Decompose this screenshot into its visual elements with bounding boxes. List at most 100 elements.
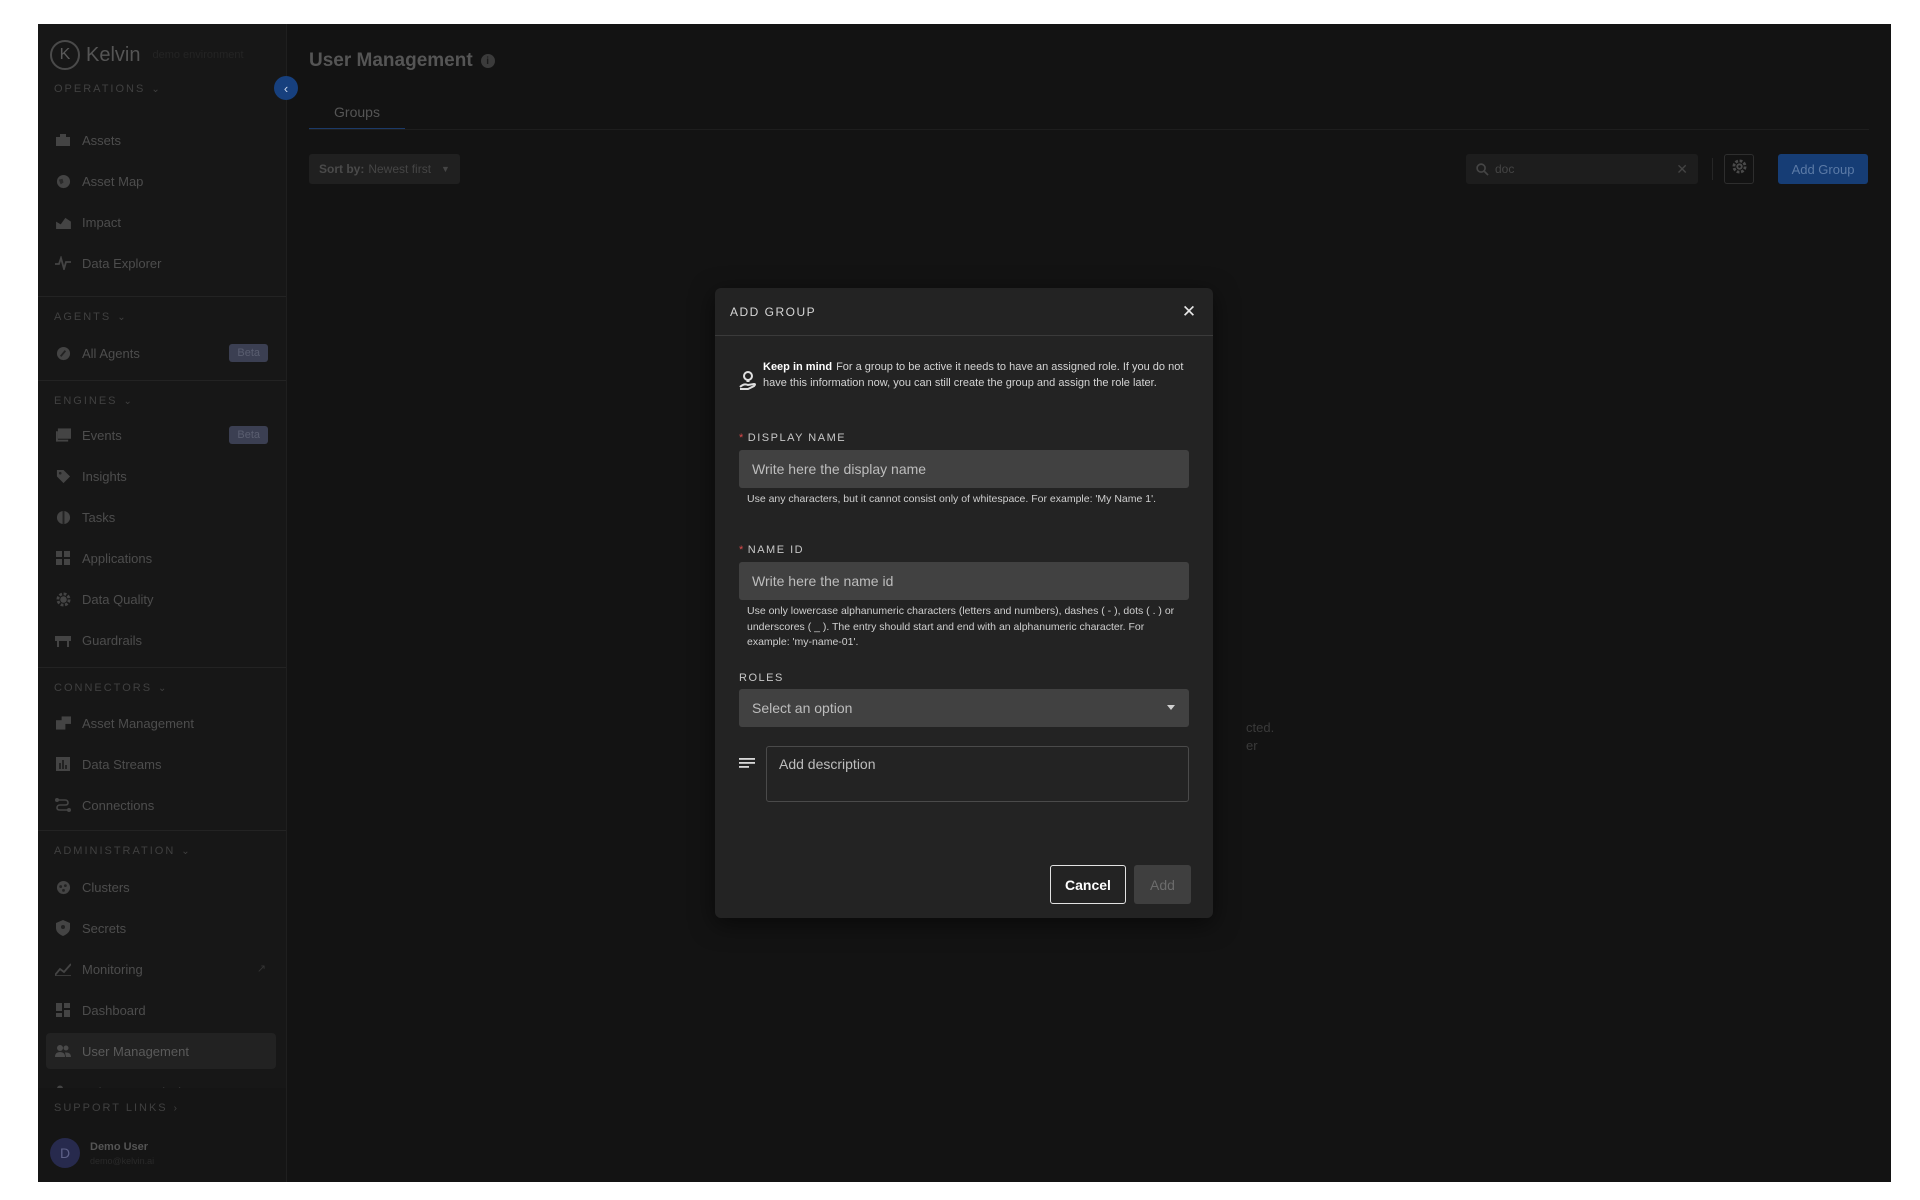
pulse-icon <box>54 254 72 272</box>
cancel-button[interactable]: Cancel <box>1050 865 1126 904</box>
sidebar-item-clusters[interactable]: Clusters <box>46 869 276 905</box>
page-title: User Management i <box>309 50 495 72</box>
display-name-field[interactable]: Write here the display name <box>739 450 1189 488</box>
sidebar-item-dashboard[interactable]: Dashboard <box>46 992 276 1028</box>
logo[interactable]: K Kelvin demo environment <box>50 38 244 72</box>
sidebar-divider <box>38 830 286 831</box>
sidebar-item-tasks[interactable]: Tasks <box>46 499 276 535</box>
empty-state-text: cted. <box>1246 720 1275 735</box>
sidebar-item-label: Guardrails <box>82 632 142 648</box>
chevron-down-icon: ⌄ <box>117 312 128 323</box>
sidebar: K Kelvin demo environment OPERATIONS ⌄ As… <box>38 24 287 1182</box>
sidebar-item-impact[interactable]: Impact <box>46 204 276 240</box>
sidebar-item-assets[interactable]: Assets <box>46 122 276 158</box>
globe-icon <box>54 172 72 190</box>
sidebar-item-label: Monitoring <box>82 961 143 977</box>
display-name-placeholder: Write here the display name <box>752 461 927 477</box>
apps-icon <box>54 549 72 567</box>
sidebar-item-data-quality[interactable]: Data Quality <box>46 581 276 617</box>
roles-placeholder: Select an option <box>752 700 853 716</box>
name-id-field[interactable]: Write here the name id <box>739 562 1189 600</box>
display-name-label: * DISPLAY NAME <box>739 432 846 444</box>
sidebar-item-label: Secrets <box>82 920 127 936</box>
section-operations[interactable]: OPERATIONS ⌄ <box>54 83 162 95</box>
sidebar-item-data-explorer[interactable]: Data Explorer <box>46 245 276 281</box>
sidebar-item-asset-management[interactable]: Asset Management <box>46 705 276 741</box>
sort-dropdown[interactable]: Sort by: Newest first ▼ <box>309 154 460 184</box>
section-connectors-label: CONNECTORS <box>54 682 153 694</box>
settings-button[interactable] <box>1724 154 1754 184</box>
section-engines-label: ENGINES <box>54 395 118 407</box>
sidebar-item-label: Data Explorer <box>82 255 162 271</box>
sort-value: Newest first <box>368 162 432 176</box>
close-icon[interactable]: ✕ <box>1179 302 1199 322</box>
tasks-icon <box>54 508 72 526</box>
roles-select[interactable]: Select an option <box>739 689 1189 727</box>
sidebar-item-label: Connections <box>82 797 155 813</box>
section-agents[interactable]: AGENTS ⌄ <box>54 311 128 323</box>
chevron-down-icon: ⌄ <box>158 683 169 694</box>
sidebar-item-label: Asset Map <box>82 173 144 189</box>
gear-icon <box>54 590 72 608</box>
sidebar-divider <box>38 667 286 668</box>
sidebar-item-connections[interactable]: Connections <box>46 787 276 823</box>
sidebar-item-data-streams[interactable]: Data Streams <box>46 746 276 782</box>
sidebar-item-all-agents[interactable]: All Agents Beta <box>46 335 276 371</box>
sidebar-item-label: User Management <box>82 1043 189 1059</box>
add-group-dialog: ADD GROUP ✕ Keep in mind For a group to b… <box>715 288 1213 918</box>
sidebar-item-asset-map[interactable]: Asset Map <box>46 163 276 199</box>
gear-icon <box>1731 159 1747 179</box>
collapse-sidebar-button[interactable]: ‹ <box>274 76 298 100</box>
search-input[interactable]: doc ✕ <box>1466 154 1698 184</box>
chevron-down-icon: ⌄ <box>181 846 192 857</box>
external-link-icon: ↗ <box>256 963 266 975</box>
name-id-help: Use only lowercase alphanumeric characte… <box>747 605 1175 648</box>
name-id-label: * NAME ID <box>739 544 804 556</box>
sidebar-item-label: All Agents <box>82 345 140 361</box>
user-name: Demo User <box>90 1140 149 1153</box>
sidebar-item-secrets[interactable]: Secrets <box>46 910 276 946</box>
tag-icon <box>54 467 72 485</box>
page-title-text: User Management <box>309 50 473 71</box>
add-button[interactable]: Add <box>1134 865 1191 904</box>
display-name-label-text: DISPLAY NAME <box>747 432 847 444</box>
section-connectors[interactable]: CONNECTORS ⌄ <box>54 682 168 694</box>
search-value: doc <box>1495 162 1515 176</box>
chevron-down-icon: ⌄ <box>151 84 162 95</box>
sidebar-item-label: Insights <box>82 468 127 484</box>
user-profile[interactable]: D Demo User demo@kelvin.ai <box>50 1138 154 1168</box>
tab-groups[interactable]: Groups <box>309 104 405 130</box>
sidebar-item-label: Assets <box>82 132 122 148</box>
sidebar-item-label: Impact <box>82 214 122 230</box>
description-textarea[interactable]: Add description <box>766 746 1189 802</box>
sidebar-item-insights[interactable]: Insights <box>46 458 276 494</box>
section-support-links[interactable]: SUPPORT LINKS › <box>54 1102 179 1114</box>
add-group-button[interactable]: Add Group <box>1778 154 1868 184</box>
users-icon <box>54 1042 72 1060</box>
empty-state-text: er <box>1246 738 1258 753</box>
sidebar-item-user-management[interactable]: User Management <box>46 1033 276 1069</box>
sidebar-item-label: Asset Management <box>82 715 195 731</box>
sidebar-item-applications[interactable]: Applications <box>46 540 276 576</box>
assets-icon <box>54 131 72 149</box>
impact-icon <box>54 213 72 231</box>
info-icon[interactable]: i <box>480 54 495 68</box>
route-icon <box>54 796 72 814</box>
search-icon <box>1476 162 1489 176</box>
avatar: D <box>50 1138 80 1168</box>
tab-divider <box>309 129 1869 130</box>
bar-chart-icon <box>54 755 72 773</box>
sidebar-item-events[interactable]: Events Beta <box>46 417 276 453</box>
chevron-right-icon: › <box>173 1103 179 1114</box>
sidebar-item-guardrails[interactable]: Guardrails <box>46 622 276 658</box>
sort-label: Sort by: <box>319 162 365 176</box>
name-id-label-text: NAME ID <box>747 544 805 556</box>
section-administration[interactable]: ADMINISTRATION ⌄ <box>54 845 192 857</box>
user-email: demo@kelvin.ai <box>90 1155 155 1166</box>
clear-search-icon[interactable]: ✕ <box>1676 161 1688 178</box>
dialog-title: ADD GROUP <box>730 305 817 319</box>
sidebar-item-label: Tasks <box>82 509 116 525</box>
sidebar-item-monitoring[interactable]: Monitoring ↗ <box>46 951 276 987</box>
section-engines[interactable]: ENGINES ⌄ <box>54 395 134 407</box>
sidebar-divider <box>38 380 286 381</box>
